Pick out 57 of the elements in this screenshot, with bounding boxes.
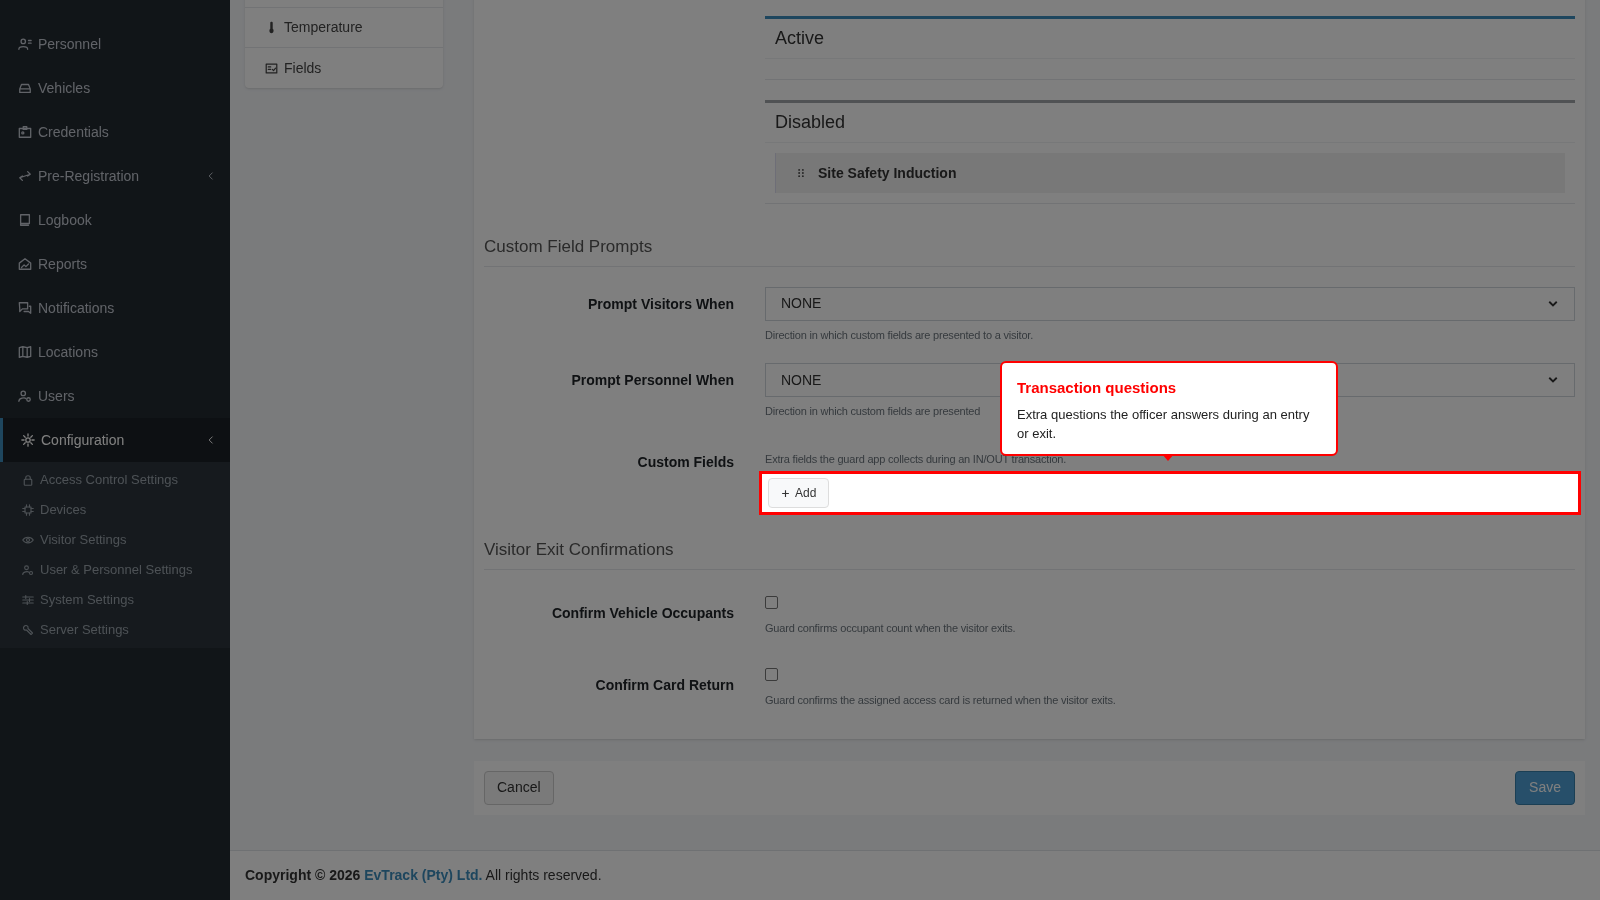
eye-icon <box>22 534 34 546</box>
checkbox[interactable] <box>765 668 778 681</box>
help-text: Extra fields the guard app collects during an IN/OUT transaction. <box>765 451 1067 467</box>
gear-icon <box>21 433 35 447</box>
section-heading: Custom Field Prompts <box>484 234 1575 267</box>
sliders-icon <box>22 594 34 606</box>
chart-icon <box>18 257 32 271</box>
field-label: Prompt Visitors When <box>588 294 734 313</box>
sidebar-item[interactable]: Credentials <box>0 110 230 154</box>
select-field[interactable]: NONE <box>765 286 1575 321</box>
sidebar-item[interactable]: Logbook <box>0 198 230 242</box>
car-icon <box>18 81 32 95</box>
help-text: Guard confirms the assigned access card is returned when the visitor exits. <box>765 693 1116 708</box>
person-icon <box>18 37 32 51</box>
panel-title: Active <box>765 19 1575 59</box>
settings-nav-item[interactable]: Fields <box>245 48 443 88</box>
tooltip-title: Transaction questions <box>1017 378 1178 398</box>
id-badge-icon <box>18 125 32 139</box>
user-gear-icon <box>18 389 32 403</box>
sidebar-item[interactable]: Personnel <box>0 22 230 66</box>
save-button[interactable]: Save <box>1515 770 1575 805</box>
arrows-icon <box>18 169 32 183</box>
tooltip-text: Extra questions the officer answers during an entry or exit. <box>1017 405 1311 443</box>
help-text: Direction in which custom fields are presented <box>765 404 981 419</box>
field-label: Confirm Vehicle Occupants <box>551 603 734 622</box>
help-text: Guard confirms occupant count when the visitor exits. <box>765 620 1016 636</box>
sidebar-item[interactable]: Reports <box>0 242 230 286</box>
book-icon <box>18 213 32 227</box>
sidebar-item[interactable]: Pre-Registration <box>0 154 230 198</box>
field-label: Confirm Card Return <box>595 676 734 694</box>
sidebar-item[interactable]: Users <box>0 374 230 418</box>
chevron-icon <box>206 435 216 445</box>
chip-icon <box>22 504 34 516</box>
checkbox[interactable] <box>765 595 778 609</box>
chat-icon <box>18 301 32 315</box>
lock-icon <box>22 474 34 486</box>
sidebar-item[interactable]: Configuration <box>0 418 230 462</box>
drag-handle-icon <box>796 167 806 179</box>
agreement-item[interactable]: Site Safety Induction <box>775 153 1565 193</box>
map-icon <box>18 345 32 359</box>
chevron-icon <box>206 171 216 181</box>
sidebar-item[interactable]: Notifications <box>0 286 230 330</box>
section-heading: Visitor Exit Confirmations <box>484 537 1575 570</box>
panel-title: Disabled <box>765 103 1575 143</box>
field-label: Custom Fields <box>637 452 734 471</box>
field-label: Prompt Personnel When <box>571 371 734 389</box>
plus-icon <box>781 488 790 498</box>
sidebar-item[interactable]: Vehicles <box>0 66 230 110</box>
add-button[interactable]: Add <box>768 478 830 508</box>
settings-nav-item[interactable]: Temperature <box>245 8 443 48</box>
help-text: Direction in which custom fields are presented to a visitor. <box>765 327 1034 343</box>
sidebar-item[interactable]: Locations <box>0 330 230 374</box>
footer-text: Copyright © 2026 EvTrack (Pty) Ltd. All rights reserved. <box>245 866 602 885</box>
company-link[interactable]: EvTrack (Pty) Ltd. <box>364 867 483 883</box>
cancel-button[interactable]: Cancel <box>484 770 554 805</box>
user-gear-icon <box>22 564 34 576</box>
form-icon <box>265 61 278 75</box>
